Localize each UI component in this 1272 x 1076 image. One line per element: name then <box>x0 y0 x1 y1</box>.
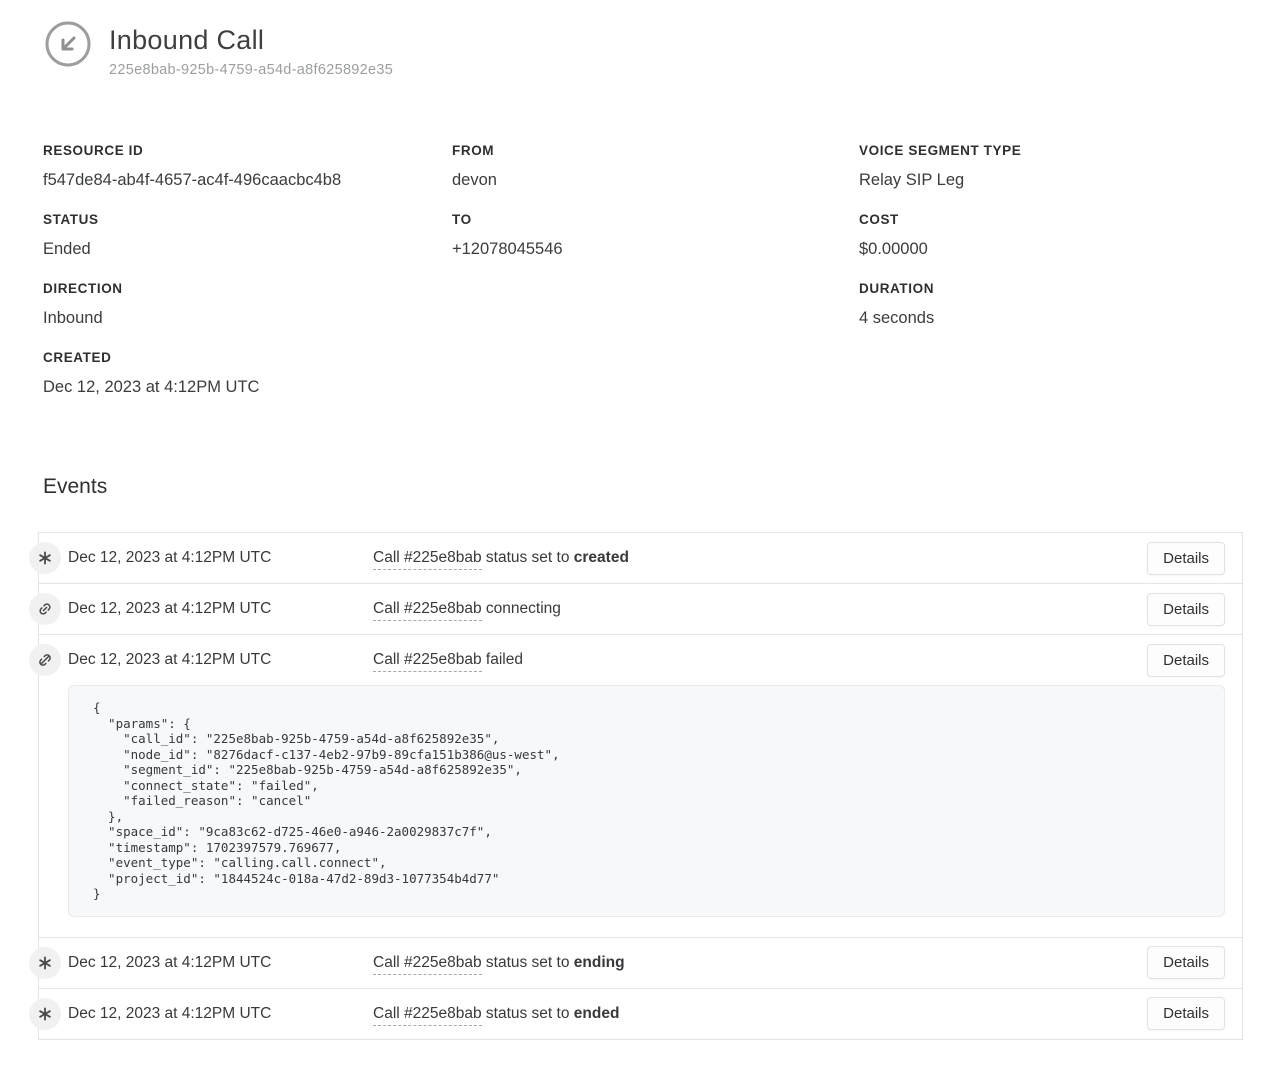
event-timestamp: Dec 12, 2023 at 4:12PM UTC <box>68 549 373 567</box>
event-row-created: Dec 12, 2023 at 4:12PM UTC Call #225e8ba… <box>39 533 1242 583</box>
page-title: Inbound Call <box>109 24 393 56</box>
event-row-main: Dec 12, 2023 at 4:12PM UTC Call #225e8ba… <box>39 533 1242 583</box>
event-timestamp: Dec 12, 2023 at 4:12PM UTC <box>68 651 373 669</box>
event-message: Call #225e8bab failed <box>373 651 1147 669</box>
call-link[interactable]: Call #225e8bab <box>373 600 482 621</box>
field-value: f547de84-ab4f-4657-ac4f-496caacbc4b8 <box>43 169 452 191</box>
event-row-main: Dec 12, 2023 at 4:12PM UTC Call #225e8ba… <box>39 938 1242 988</box>
field-value: $0.00000 <box>859 238 1229 260</box>
field-value: devon <box>452 169 859 191</box>
page-header: Inbound Call 225e8bab-925b-4759-a54d-a8f… <box>0 0 1272 78</box>
broken-link-icon <box>29 644 61 676</box>
field-label: RESOURCE ID <box>43 142 452 159</box>
field-voice-segment-type: VOICE SEGMENT TYPE Relay SIP Leg <box>859 142 1229 191</box>
field-label: CREATED <box>43 349 452 366</box>
call-link[interactable]: Call #225e8bab <box>373 549 482 570</box>
event-timestamp: Dec 12, 2023 at 4:12PM UTC <box>68 600 373 618</box>
grid-spacer <box>452 280 859 329</box>
event-row-connecting: Dec 12, 2023 at 4:12PM UTC Call #225e8ba… <box>39 583 1242 634</box>
event-row-ending: Dec 12, 2023 at 4:12PM UTC Call #225e8ba… <box>39 937 1242 988</box>
details-button[interactable]: Details <box>1147 946 1225 979</box>
call-link[interactable]: Call #225e8bab <box>373 651 482 672</box>
field-value: Dec 12, 2023 at 4:12PM UTC <box>43 376 452 398</box>
event-message-text: status set to <box>482 549 574 566</box>
details-button[interactable]: Details <box>1147 644 1225 677</box>
call-id-subtitle: 225e8bab-925b-4759-a54d-a8f625892e35 <box>109 62 393 78</box>
inbound-arrow-icon <box>44 20 92 68</box>
event-status-word: ended <box>574 1005 620 1022</box>
grid-spacer <box>859 349 1229 398</box>
event-message: Call #225e8bab connecting <box>373 600 1147 618</box>
field-label: STATUS <box>43 211 452 228</box>
event-message-text: connecting <box>482 600 561 617</box>
event-row-main: Dec 12, 2023 at 4:12PM UTC Call #225e8ba… <box>39 635 1242 685</box>
asterisk-icon <box>29 998 61 1030</box>
event-message: Call #225e8bab status set to ended <box>373 1005 1147 1023</box>
field-value: +12078045546 <box>452 238 859 260</box>
event-message: Call #225e8bab status set to created <box>373 549 1147 567</box>
call-details: RESOURCE ID f547de84-ab4f-4657-ac4f-496c… <box>43 142 1229 418</box>
details-button[interactable]: Details <box>1147 542 1225 575</box>
field-resource-id: RESOURCE ID f547de84-ab4f-4657-ac4f-496c… <box>43 142 452 191</box>
grid-spacer <box>452 349 859 398</box>
event-message-text: failed <box>482 651 523 668</box>
field-label: TO <box>452 211 859 228</box>
call-link[interactable]: Call #225e8bab <box>373 1005 482 1026</box>
field-label: VOICE SEGMENT TYPE <box>859 142 1229 159</box>
asterisk-icon <box>29 542 61 574</box>
event-message-text: status set to <box>482 1005 574 1022</box>
field-value: Relay SIP Leg <box>859 169 1229 191</box>
details-button[interactable]: Details <box>1147 593 1225 626</box>
event-row-main: Dec 12, 2023 at 4:12PM UTC Call #225e8ba… <box>39 989 1242 1039</box>
field-to: TO +12078045546 <box>452 211 859 260</box>
event-status-word: ending <box>574 954 625 971</box>
field-direction: DIRECTION Inbound <box>43 280 452 329</box>
events-list: Dec 12, 2023 at 4:12PM UTC Call #225e8ba… <box>38 532 1243 1040</box>
field-value: Inbound <box>43 307 452 329</box>
event-message-text: status set to <box>482 954 574 971</box>
details-button[interactable]: Details <box>1147 997 1225 1030</box>
event-row-ended: Dec 12, 2023 at 4:12PM UTC Call #225e8ba… <box>39 988 1242 1039</box>
event-row-main: Dec 12, 2023 at 4:12PM UTC Call #225e8ba… <box>39 584 1242 634</box>
field-label: DURATION <box>859 280 1229 297</box>
field-label: COST <box>859 211 1229 228</box>
event-timestamp: Dec 12, 2023 at 4:12PM UTC <box>68 954 373 972</box>
field-created: CREATED Dec 12, 2023 at 4:12PM UTC <box>43 349 452 398</box>
field-value: 4 seconds <box>859 307 1229 329</box>
link-icon <box>29 593 61 625</box>
call-link[interactable]: Call #225e8bab <box>373 954 482 975</box>
field-value: Ended <box>43 238 452 260</box>
field-from: FROM devon <box>452 142 859 191</box>
call-detail-page: Inbound Call 225e8bab-925b-4759-a54d-a8f… <box>0 0 1272 1040</box>
event-timestamp: Dec 12, 2023 at 4:12PM UTC <box>68 1005 373 1023</box>
event-message: Call #225e8bab status set to ending <box>373 954 1147 972</box>
event-status-word: created <box>574 549 629 566</box>
events-heading: Events <box>43 474 1272 500</box>
event-payload-json: { "params": { "call_id": "225e8bab-925b-… <box>68 685 1225 917</box>
asterisk-icon <box>29 947 61 979</box>
header-text: Inbound Call 225e8bab-925b-4759-a54d-a8f… <box>109 20 393 78</box>
field-duration: DURATION 4 seconds <box>859 280 1229 329</box>
field-label: FROM <box>452 142 859 159</box>
field-cost: COST $0.00000 <box>859 211 1229 260</box>
field-status: STATUS Ended <box>43 211 452 260</box>
event-row-failed: Dec 12, 2023 at 4:12PM UTC Call #225e8ba… <box>39 634 1242 917</box>
field-label: DIRECTION <box>43 280 452 297</box>
